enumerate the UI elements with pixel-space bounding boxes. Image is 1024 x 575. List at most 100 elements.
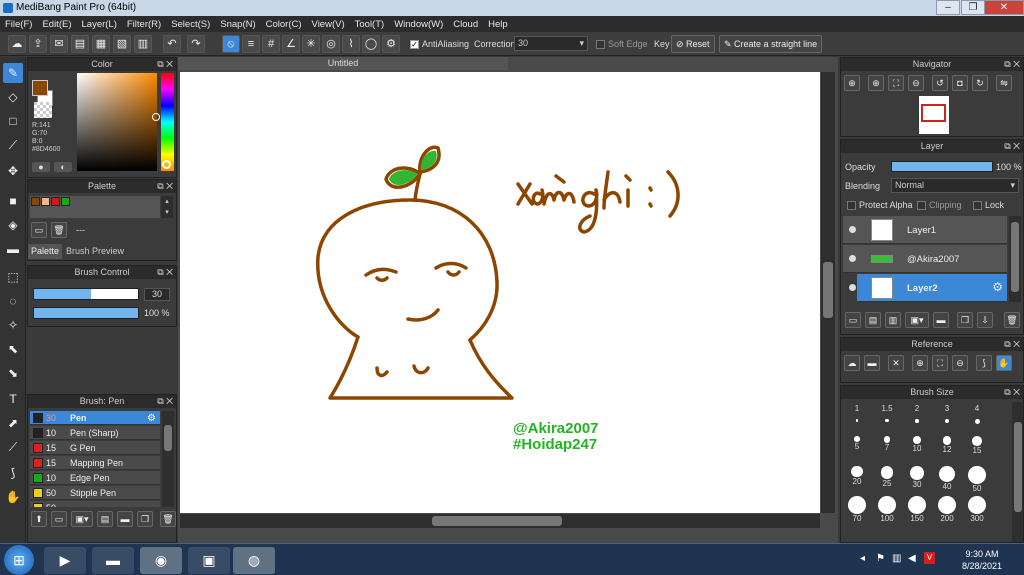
curve-snap-icon[interactable]: ⌇ [342, 35, 360, 53]
foreground-color-swatch[interactable] [32, 80, 48, 96]
softedge-checkbox[interactable]: Soft Edge [596, 39, 648, 50]
brush-row[interactable]: 10 Edge Pen [30, 471, 160, 485]
rotate-left-icon[interactable]: ↺ [932, 75, 948, 91]
close-button[interactable]: ✕ [984, 0, 1024, 15]
layer-folder-icon[interactable]: ▬ [933, 312, 949, 328]
eye-icon[interactable] [849, 255, 856, 262]
correction-select[interactable]: 30 ▾ [514, 36, 588, 51]
volume-icon[interactable]: ◀ [908, 553, 916, 564]
palette-swatch[interactable] [31, 197, 40, 206]
select-pen-tool-icon[interactable]: ⬉ [3, 339, 23, 359]
delete-palette-icon[interactable]: 🗑 [51, 222, 67, 238]
brush-size-option[interactable]: 1.5 [872, 404, 902, 423]
brush-size-option[interactable]: 10 [902, 434, 932, 453]
maximize-button[interactable]: ❐ [961, 0, 985, 15]
document-tab[interactable]: Untitled [178, 57, 508, 70]
gradient-tool-icon[interactable]: ▬ [3, 239, 23, 259]
menu-view[interactable]: View(V) [307, 19, 350, 30]
menu-filter[interactable]: Filter(R) [122, 19, 166, 30]
brush-size-option[interactable]: 100 [872, 494, 902, 523]
reset-button[interactable]: ⊘ Reset [671, 35, 715, 53]
palette-swatch[interactable] [41, 197, 50, 206]
move-tool-icon[interactable]: ✥ [3, 161, 23, 181]
palette-scrollbar[interactable]: ▴ ▾ [161, 196, 173, 218]
brush-row[interactable]: 15 G Pen [30, 441, 160, 455]
layer-row-layer2[interactable]: Layer2 ⚙ [857, 274, 1007, 302]
tab-palette[interactable]: Palette [28, 244, 63, 259]
brush-tool-icon[interactable]: ✎ [3, 63, 23, 83]
antivirus-icon[interactable]: V [924, 552, 935, 564]
menu-help[interactable]: Help [483, 19, 513, 30]
brush-size-scroll-thumb[interactable] [1014, 422, 1022, 512]
layer-settings-icon[interactable]: ⚙ [992, 280, 1003, 294]
brush-size-option[interactable]: 20 [842, 464, 872, 486]
straight-line-button[interactable]: ✎ Create a straight line [719, 35, 823, 53]
brush-row[interactable]: 15 Mapping Pen [30, 456, 160, 470]
layer-row-layer1[interactable]: Layer1 [843, 216, 1007, 244]
text-tool-icon[interactable]: T [3, 389, 23, 409]
eye-icon[interactable] [849, 284, 856, 291]
document-icon[interactable]: ▦ [92, 35, 110, 53]
clock[interactable]: 9:30 AM 8/28/2021 [962, 548, 1002, 572]
new-layer-icon[interactable]: ▭ [845, 312, 861, 328]
eyedropper-tool-icon[interactable]: ⟆ [3, 463, 23, 483]
angle-snap-icon[interactable]: ∠ [282, 35, 300, 53]
close-icon[interactable]: ⧉ ✕ [157, 180, 173, 193]
layers-icon[interactable]: ▧ [113, 35, 131, 53]
menu-snap[interactable]: Snap(N) [215, 19, 260, 30]
fit-icon[interactable]: ⛶ [888, 75, 904, 91]
fill-rect-tool-icon[interactable]: ■ [3, 191, 23, 211]
brush-size-option[interactable]: 150 [902, 494, 932, 523]
explorer-icon[interactable]: ▬ [92, 547, 134, 574]
network-icon[interactable]: ▥ [892, 553, 901, 564]
close-icon[interactable]: ⧉ ✕ [157, 266, 173, 279]
brush-row[interactable]: 50 [30, 501, 160, 507]
new-8bit-layer-icon[interactable]: ▥ [885, 312, 901, 328]
zoom-icon[interactable]: ⊕ [844, 75, 860, 91]
clipping-checkbox[interactable]: Clipping [917, 200, 962, 211]
eyedropper-icon[interactable]: ⟆ [976, 355, 992, 371]
brush-size-option[interactable]: 200 [932, 494, 962, 523]
settings-icon[interactable]: ⚙ [382, 35, 400, 53]
minimize-button[interactable]: – [936, 0, 960, 15]
brush-list-scroll-thumb[interactable] [164, 425, 172, 451]
fit-icon[interactable]: ⛶ [932, 355, 948, 371]
brush-size-option[interactable]: 7 [872, 434, 902, 452]
menu-tool[interactable]: Tool(T) [350, 19, 390, 30]
brush-copy-icon[interactable]: ▣▾ [71, 511, 93, 527]
radial-snap-icon[interactable]: ✳ [302, 35, 320, 53]
brush-size-option[interactable]: 2 [902, 404, 932, 423]
eraser-tool-icon[interactable]: ◇ [3, 87, 23, 107]
merge-layer-icon[interactable]: ⇩ [977, 312, 993, 328]
paint-app-icon[interactable]: ▣ [188, 547, 230, 574]
rotate-right-icon[interactable]: ↻ [972, 75, 988, 91]
tab-brush-preview[interactable]: Brush Preview [63, 244, 127, 259]
start-button[interactable]: ⊞ [4, 545, 34, 575]
brush-add-icon[interactable]: ⬆ [31, 511, 47, 527]
brush-import-icon[interactable]: ▤ [97, 511, 113, 527]
zoom-in-icon[interactable]: ⊕ [868, 75, 884, 91]
grid-snap-icon[interactable]: # [262, 35, 280, 53]
blending-select[interactable]: Normal ▾ [891, 178, 1019, 193]
export-icon[interactable]: ⇪ [29, 35, 47, 53]
brush-row[interactable]: 50 Stipple Pen [30, 486, 160, 500]
lasso-tool-icon[interactable]: ◌ [3, 291, 23, 311]
medibang-icon[interactable]: ◍ [233, 547, 275, 574]
operation-tool-icon[interactable]: ⬈ [3, 413, 23, 433]
magic-wand-tool-icon[interactable]: ✧ [3, 315, 23, 335]
cloud-icon[interactable]: ☁ [844, 355, 860, 371]
divide-tool-icon[interactable]: ⟋ [3, 437, 23, 457]
brush-size-option[interactable]: 25 [872, 464, 902, 488]
select-rect-tool-icon[interactable]: ⬚ [3, 267, 23, 287]
menu-cloud[interactable]: Cloud [448, 19, 483, 30]
hand-tool-icon[interactable]: ✋ [3, 487, 23, 507]
brush-new-icon[interactable]: ▭ [51, 511, 67, 527]
brush-size-option[interactable]: 1 [842, 404, 872, 422]
menu-window[interactable]: Window(W) [389, 19, 448, 30]
close-icon[interactable]: ⧉ ✕ [1004, 140, 1020, 153]
snap-off-icon[interactable]: ⦸ [222, 35, 240, 53]
flip-icon[interactable]: ⇋ [996, 75, 1012, 91]
antialias-checkbox[interactable]: ✓ AntiAliasing [410, 39, 469, 50]
bucket-tool-icon[interactable]: ◈ [3, 215, 23, 235]
brush-size-slider[interactable] [33, 288, 139, 300]
